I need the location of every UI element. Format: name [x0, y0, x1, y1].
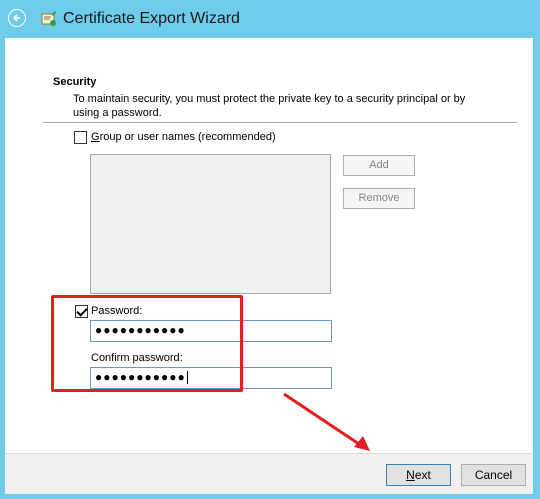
group-user-list[interactable] [90, 154, 331, 294]
window-title: Certificate Export Wizard [63, 10, 240, 27]
group-user-names-label-text: roup or user names (recommended) [99, 131, 276, 143]
cancel-button[interactable]: Cancel [461, 464, 526, 486]
section-description: To maintain security, you must protect t… [73, 93, 466, 119]
back-button[interactable] [8, 9, 26, 27]
wizard-footer: Next Cancel [5, 453, 533, 494]
add-button[interactable]: Add [343, 155, 415, 176]
group-user-names-checkbox[interactable] [74, 131, 87, 144]
section-heading: Security [53, 76, 97, 88]
certificate-icon [40, 10, 58, 28]
highlight-box [51, 295, 243, 392]
wizard-content: Security To maintain security, you must … [5, 38, 533, 453]
next-button[interactable]: Next [386, 464, 451, 486]
remove-button[interactable]: Remove [343, 188, 415, 209]
title-bar: Certificate Export Wizard [0, 0, 540, 38]
divider [43, 122, 517, 123]
next-button-text: ext [414, 468, 431, 482]
group-user-names-label[interactable]: Group or user names (recommended) [91, 131, 276, 143]
annotation-arrow [280, 390, 380, 457]
